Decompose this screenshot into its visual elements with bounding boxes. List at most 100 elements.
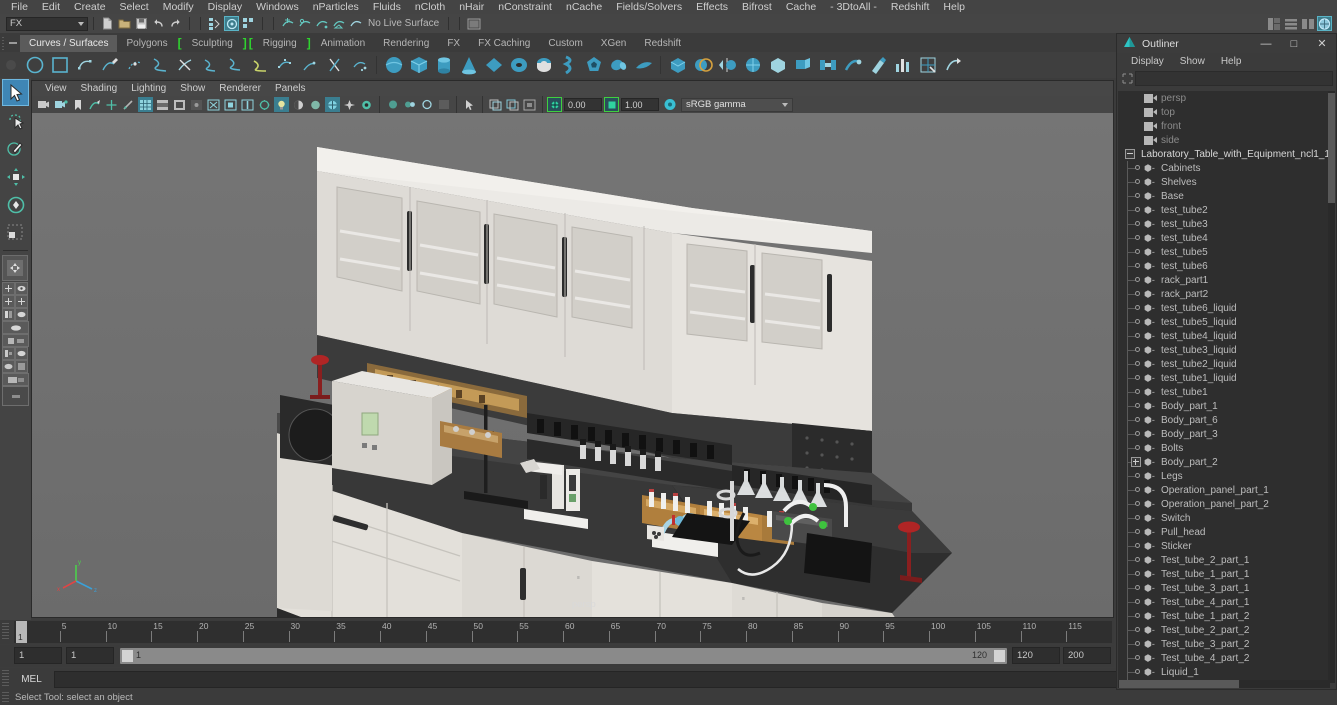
outliner-title-bar[interactable]: Outliner — □ ✕ xyxy=(1117,34,1336,53)
outliner-item-test-tube3[interactable]: ⬢‑ test_tube3 xyxy=(1118,217,1330,231)
outliner-item-switch[interactable]: ⬢‑ Switch xyxy=(1118,511,1330,525)
outliner-item-body-part-6[interactable]: ⬢‑ Body_part_6 xyxy=(1118,413,1330,427)
snap-curve-icon[interactable] xyxy=(297,16,312,31)
nurbs-square-icon[interactable] xyxy=(47,53,72,78)
time-slider-drag-handle[interactable] xyxy=(2,623,9,641)
pencil-curve-tool-icon[interactable] xyxy=(97,53,122,78)
poly-platonic-icon[interactable] xyxy=(606,53,631,78)
menu-item-select[interactable]: Select xyxy=(113,0,156,14)
outliner-item-base[interactable]: ⬢‑ Base xyxy=(1118,189,1330,203)
outliner-menu-show[interactable]: Show xyxy=(1172,56,1213,67)
sculpt-tool-icon[interactable] xyxy=(840,53,865,78)
quick-layout-node-editor-button[interactable] xyxy=(2,360,15,373)
quick-layout-four-view-button[interactable] xyxy=(2,282,15,295)
chart-icon[interactable] xyxy=(890,53,915,78)
time-slider-playhead[interactable]: 1 xyxy=(16,621,27,643)
square-surface-icon[interactable] xyxy=(297,53,322,78)
outliner-item-legs[interactable]: ⬢‑ Legs xyxy=(1118,469,1330,483)
outliner-item-test-tube4[interactable]: ⬢‑ test_tube4 xyxy=(1118,231,1330,245)
all-lights-icon[interactable] xyxy=(274,97,289,112)
shelf-tab-custom[interactable]: Custom xyxy=(539,35,591,52)
shelf-tab-rendering[interactable]: Rendering xyxy=(374,35,438,52)
outliner-item-test-tube5[interactable]: ⬢‑ test_tube5 xyxy=(1118,245,1330,259)
snap-point-icon[interactable] xyxy=(314,16,329,31)
poly-torus-icon[interactable] xyxy=(506,53,531,78)
range-end-handle[interactable] xyxy=(994,650,1005,662)
shelf-tab-redshift[interactable]: Redshift xyxy=(635,35,690,52)
menu-item-bifrost[interactable]: Bifrost xyxy=(735,0,779,14)
save-scene-icon[interactable] xyxy=(134,16,149,31)
paint-select-tool-button[interactable] xyxy=(2,135,29,162)
outliner-item-test-tube-3-part-2[interactable]: ⬢‑ Test_tube_3_part_2 xyxy=(1118,637,1330,651)
shelf-menu-icon[interactable] xyxy=(6,33,20,52)
quick-layout-single-persp-button[interactable] xyxy=(2,321,29,334)
outliner-search-input[interactable] xyxy=(1135,71,1333,86)
outliner-item-test-tube-4-part-1[interactable]: ⬢‑ Test_tube_4_part_1 xyxy=(1118,595,1330,609)
outliner-item-test-tube6[interactable]: ⬢‑ test_tube6 xyxy=(1118,259,1330,273)
move-tool-button[interactable] xyxy=(2,163,29,190)
range-bar[interactable]: 1 120 xyxy=(120,648,1007,664)
outliner-item-test-tube1-liquid[interactable]: ⬢‑ test_tube1_liquid xyxy=(1118,371,1330,385)
snap-plane-icon[interactable] xyxy=(331,16,346,31)
exposure-toggle-icon[interactable] xyxy=(547,97,562,112)
viewport-menu-panels[interactable]: Panels xyxy=(268,83,313,94)
anim-start-field[interactable]: 1 xyxy=(14,647,62,664)
quick-layout-render-button[interactable] xyxy=(2,347,15,360)
scale-tool-button[interactable] xyxy=(2,219,29,246)
quick-layout-two-stacked-button[interactable] xyxy=(15,295,28,308)
texture-filter-icon[interactable] xyxy=(488,97,503,112)
menu-item-nparticles[interactable]: nParticles xyxy=(306,0,366,14)
birail-icon[interactable] xyxy=(247,53,272,78)
quick-layout-hypershade-button[interactable] xyxy=(2,334,29,347)
wireframe-on-shaded-icon[interactable] xyxy=(223,97,238,112)
xray-icon[interactable] xyxy=(240,97,255,112)
bevel-icon[interactable] xyxy=(765,53,790,78)
select-component-icon[interactable] xyxy=(241,16,256,31)
scrollbar-thumb[interactable] xyxy=(1328,93,1335,203)
viewport-menu-renderer[interactable]: Renderer xyxy=(212,83,268,94)
shelf-options-icon[interactable] xyxy=(6,60,16,70)
outliner-item-operation-panel-part-2[interactable]: ⬢‑ Operation_panel_part_2 xyxy=(1118,497,1330,511)
outliner-item-test-tube5-liquid[interactable]: ⬢‑ test_tube5_liquid xyxy=(1118,315,1330,329)
isolate-select-icon[interactable] xyxy=(385,97,400,112)
depth-of-field-icon[interactable] xyxy=(359,97,374,112)
poly-helix-icon[interactable] xyxy=(556,53,581,78)
outliner-item-top[interactable]: top xyxy=(1118,105,1330,119)
outliner-item-operation-panel-part-1[interactable]: ⬢‑ Operation_panel_part_1 xyxy=(1118,483,1330,497)
boundary-icon[interactable] xyxy=(272,53,297,78)
poly-sphere-icon[interactable] xyxy=(381,53,406,78)
menu-item-ncloth[interactable]: nCloth xyxy=(408,0,452,14)
outliner-tree[interactable]: persp top front side✱Laboratory_Table_with_… xyxy=(1118,91,1330,683)
tool-settings-toggle-icon[interactable] xyxy=(1283,16,1298,31)
color-space-dropdown[interactable]: sRGB gamma xyxy=(681,97,793,112)
outliner-item-persp[interactable]: persp xyxy=(1118,91,1330,105)
menu-item-3dtoall[interactable]: - 3DtoAll - xyxy=(823,0,884,14)
outliner-item-body-part-3[interactable]: ⬢‑ Body_part_3 xyxy=(1118,427,1330,441)
lasso-tool-button[interactable] xyxy=(2,107,29,134)
outliner-item-pull-head[interactable]: ⬢‑ Pull_head xyxy=(1118,525,1330,539)
outliner-item-test-tube-1-part-2[interactable]: ⬢‑ Test_tube_1_part_2 xyxy=(1118,609,1330,623)
anim-end-field[interactable]: 200 xyxy=(1063,647,1111,664)
outliner-item-front[interactable]: front xyxy=(1118,119,1330,133)
menu-set-dropdown[interactable]: FX xyxy=(6,16,88,31)
viewport-menu-show[interactable]: Show xyxy=(173,83,212,94)
open-scene-icon[interactable] xyxy=(117,16,132,31)
extrude-face-icon[interactable] xyxy=(790,53,815,78)
viewport-menu-lighting[interactable]: Lighting xyxy=(124,83,173,94)
menu-item-edit[interactable]: Edit xyxy=(35,0,67,14)
outliner-item-test-tube-1-part-1[interactable]: ⬢‑ Test_tube_1_part_1 xyxy=(1118,567,1330,581)
outliner-horizontal-scrollbar[interactable] xyxy=(1118,680,1330,688)
quick-layout-blendshape-button[interactable] xyxy=(15,360,28,373)
film-gate-icon[interactable] xyxy=(155,97,170,112)
range-start-field[interactable]: 1 xyxy=(66,647,114,664)
outliner-item-laboratory-table-with-equipment-ncl1-1[interactable]: ✱Laboratory_Table_with_Equipment_ncl1_1 xyxy=(1118,147,1330,161)
outliner-item-test-tube-3-part-1[interactable]: ⬢‑ Test_tube_3_part_1 xyxy=(1118,581,1330,595)
shelf-tab-polygons[interactable]: Polygons xyxy=(117,35,176,52)
poly-plane-icon[interactable] xyxy=(481,53,506,78)
shelf-tab-xgen[interactable]: XGen xyxy=(592,35,636,52)
mirror-icon[interactable] xyxy=(715,53,740,78)
outliner-item-test-tube-4-part-2[interactable]: ⬢‑ Test_tube_4_part_2 xyxy=(1118,651,1330,665)
maximize-button[interactable]: □ xyxy=(1280,34,1308,53)
menu-item-redshift[interactable]: Redshift xyxy=(884,0,937,14)
quick-layout-persp-button[interactable] xyxy=(2,255,28,281)
